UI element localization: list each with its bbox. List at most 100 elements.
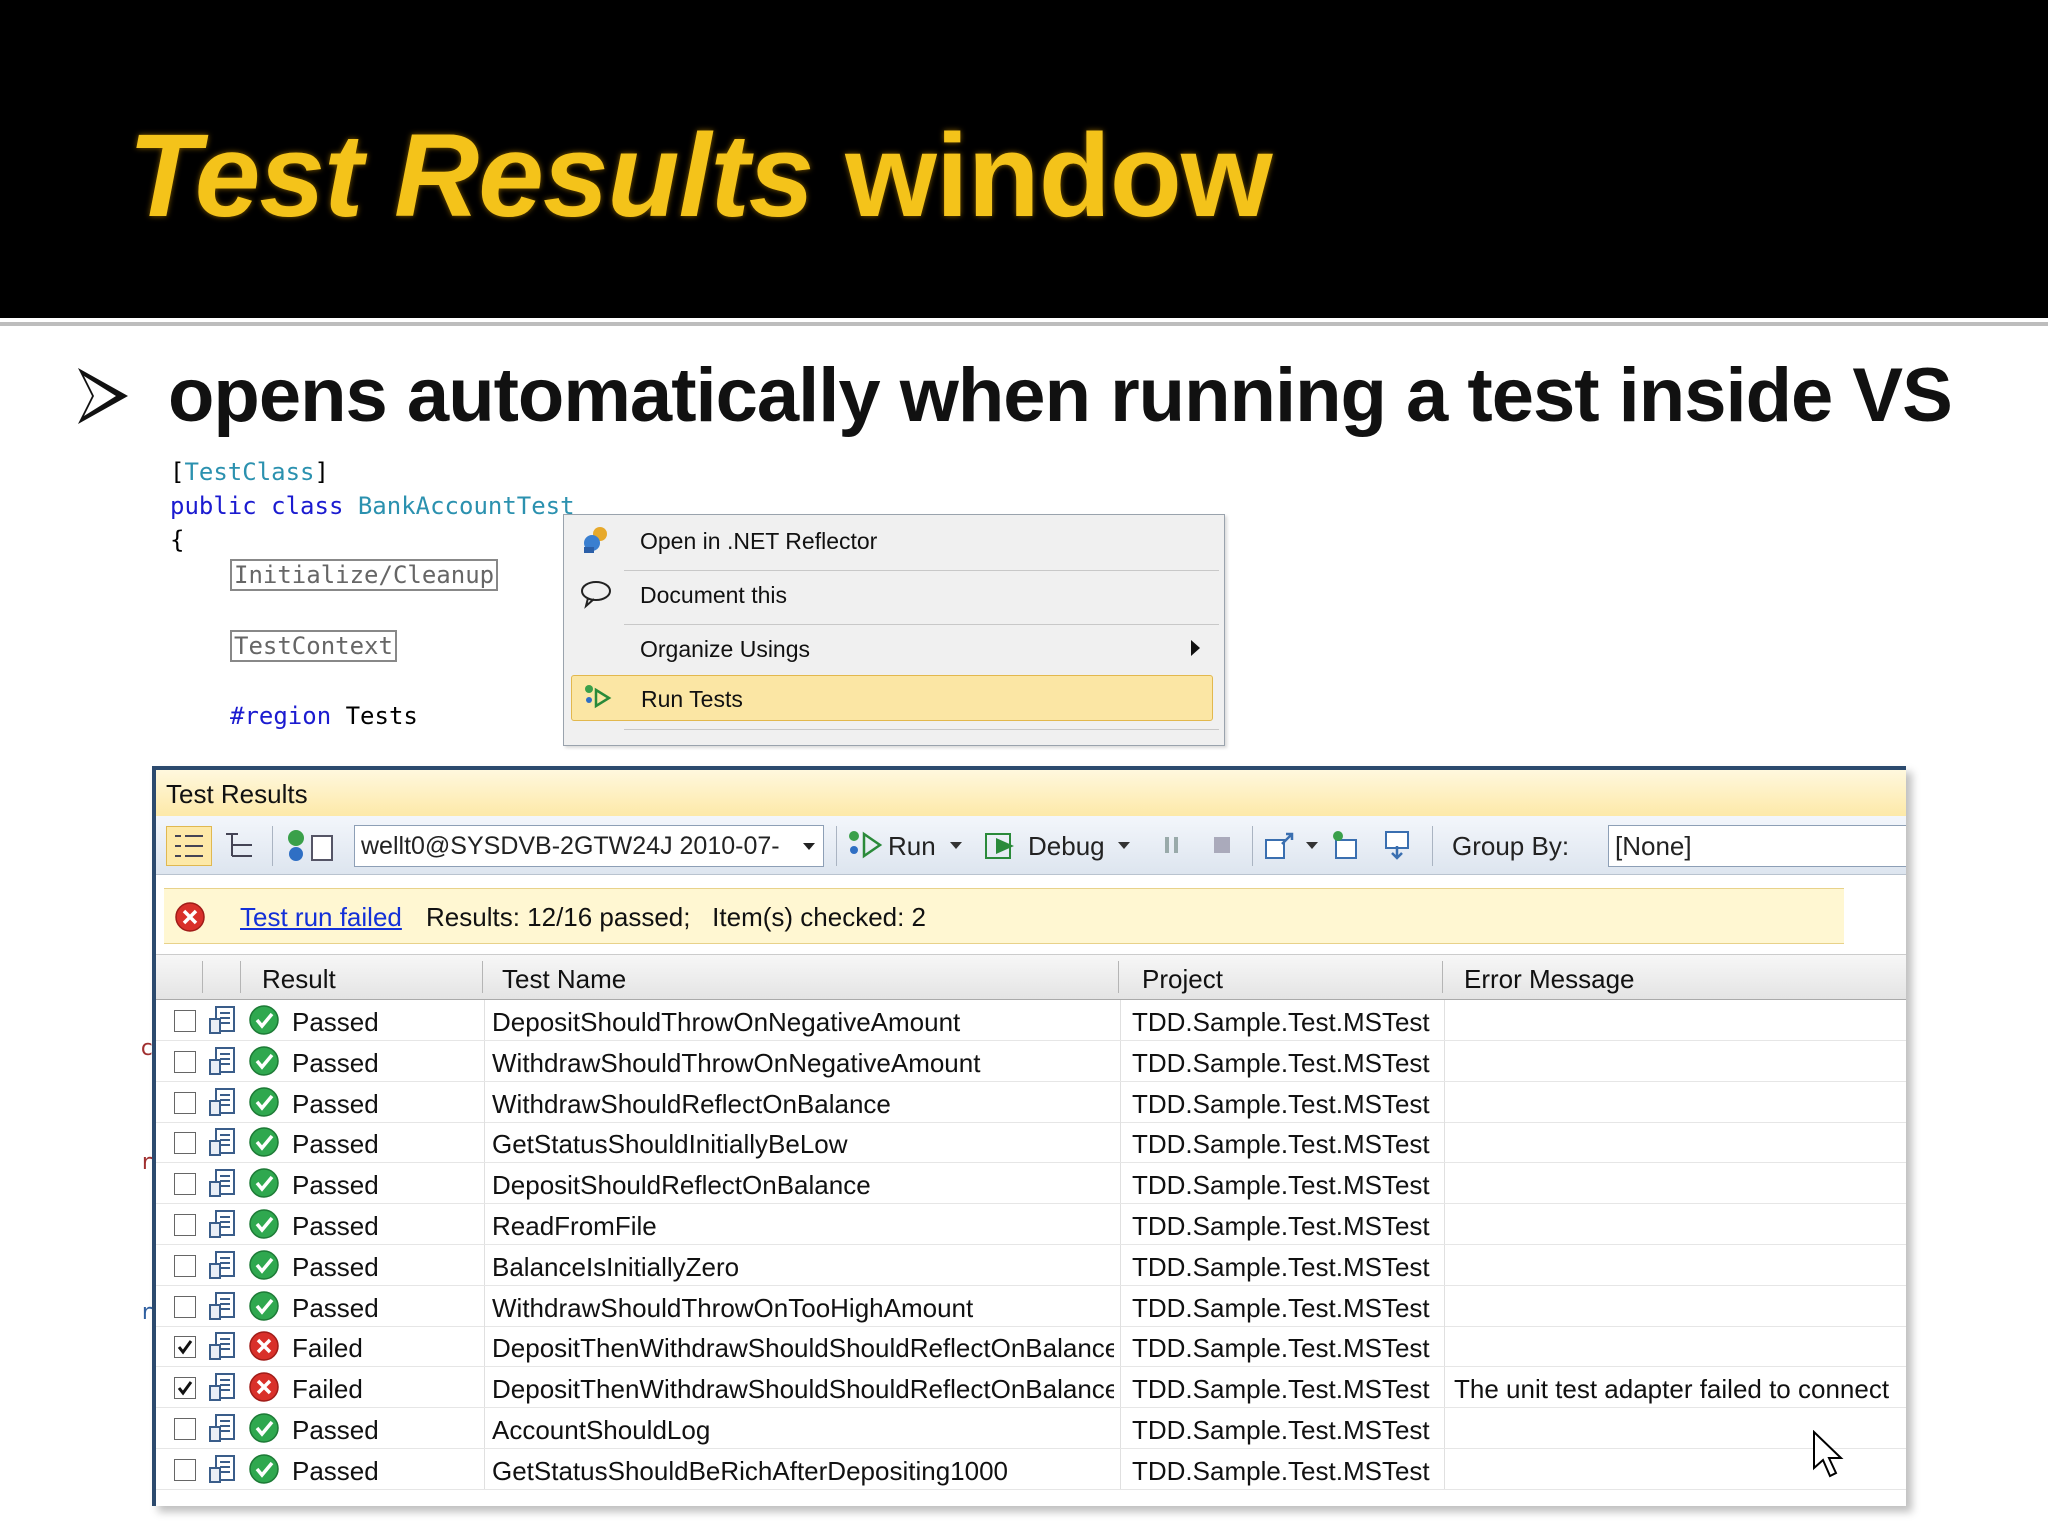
cell-test-name: WithdrawShouldReflectOnBalance [492,1088,891,1119]
test-document-icon [209,1169,235,1198]
status-bar: Test run failed Results: 12/16 passed; I… [164,888,1844,944]
test-document-icon [209,1454,235,1483]
submenu-arrow-icon [1191,640,1200,656]
test-document-icon [209,1250,235,1279]
cell-test-name: BalanceIsInitiallyZero [492,1251,740,1282]
grid-header: Result Test Name Project Error Message [156,954,1906,1000]
table-row[interactable]: Passed GetStatusShouldInitiallyBeLow TDD.S… [156,1122,1906,1164]
pause-icon[interactable] [1156,826,1188,864]
chevron-down-icon[interactable] [1306,842,1318,849]
table-row[interactable]: Passed AccountShouldLog TDD.Sample.Test.MS… [156,1408,1906,1449]
table-row[interactable]: Passed WithdrawShouldReflectOnBalance TDD.… [156,1081,1906,1123]
test-document-icon [209,1332,235,1361]
toolbar-separator [1252,826,1253,866]
collapsed-region-testcontext[interactable]: TestContext [230,630,397,662]
table-row[interactable]: Passed DepositShouldThrowOnNegativeAmount… [156,1000,1906,1041]
run-icon [849,831,883,859]
menu-item-organize-usings[interactable]: Organize Usings [564,623,1224,673]
cell-result: Passed [292,1455,379,1486]
group-by-select[interactable]: [None] [1608,825,1906,867]
row-checkbox[interactable] [174,1254,196,1277]
cell-project: TDD.Sample.Test.MSTest [1132,1333,1430,1364]
row-checkbox[interactable] [174,1091,196,1114]
menu-item-open-reflector[interactable]: Open in .NET Reflector [564,515,1224,565]
export-results-icon[interactable] [1326,826,1366,864]
table-row[interactable]: Passed WithdrawShouldThrowOnTooHighAmount… [156,1285,1906,1327]
column-header-result[interactable]: Result [262,964,336,995]
passed-icon [249,1168,279,1198]
view-list-icon[interactable] [166,826,212,866]
banner-divider [0,322,2048,326]
cell-test-name: AccountShouldLog [492,1415,711,1445]
row-checkbox[interactable] [174,1458,196,1481]
row-checkbox[interactable] [174,1050,196,1073]
menu-item-run-tests[interactable]: Run Tests [571,675,1213,721]
reflector-icon [584,527,607,553]
stop-icon[interactable] [1206,826,1238,864]
row-checkbox[interactable] [174,1173,196,1196]
cell-project: TDD.Sample.Test.MSTest [1132,1088,1430,1119]
debug-button[interactable]: Debug [984,826,1134,864]
test-document-icon [209,1087,235,1116]
view-tree-icon[interactable] [218,826,262,864]
menu-item-document-this[interactable]: Document this [564,569,1224,619]
test-run-icon[interactable] [282,826,342,864]
table-row[interactable]: Passed DepositShouldReflectOnBalance TDD.S… [156,1163,1906,1205]
test-document-icon [209,1291,235,1320]
cell-test-name: WithdrawShouldThrowOnTooHighAmount [492,1292,974,1323]
checkmark-icon [177,1381,193,1396]
cell-project: TDD.Sample.Test.MSTest [1132,1129,1430,1160]
row-checkbox[interactable] [174,1010,196,1032]
column-header-project[interactable]: Project [1142,964,1223,995]
cell-project: TDD.Sample.Test.MSTest [1132,1170,1430,1201]
mouse-cursor-icon [1813,1430,1844,1478]
failed-icon [249,1372,279,1402]
row-checkbox[interactable] [174,1132,196,1155]
run-tests-icon [585,685,612,709]
cell-result: Failed [292,1333,363,1364]
cell-result: Passed [292,1251,379,1282]
column-header-error-message[interactable]: Error Message [1464,964,1635,995]
passed-icon [249,1413,279,1443]
test-run-selector[interactable]: wellt0@SYSDVB-2GTW24J 2010-07-( [354,825,824,867]
table-row[interactable]: Failed DepositThenWithdrawShouldShouldRef… [156,1326,1906,1368]
cell-result: Passed [292,1007,379,1037]
row-checkbox[interactable] [174,1336,196,1359]
test-results-window: Test Results wellt0@SYSDVB-2GTW24J 2010-… [152,766,1906,1506]
row-checkbox[interactable] [174,1418,196,1440]
cell-test-name: GetStatusShouldBeRichAfterDepositing1000 [492,1455,1008,1486]
table-row[interactable]: Passed GetStatusShouldBeRichAfterDepositi… [156,1448,1906,1490]
passed-icon [249,1454,279,1484]
table-row[interactable]: Passed ReadFromFile TDD.Sample.Test.MSTest [156,1204,1906,1245]
cell-project: TDD.Sample.Test.MSTest [1132,1455,1430,1486]
chevron-down-icon [803,843,815,850]
code-line-region: #region Tests [230,702,418,730]
collapsed-region-initialize[interactable]: Initialize/Cleanup [230,559,499,591]
cell-result: Passed [292,1415,379,1445]
run-button[interactable]: Run [846,826,966,864]
row-checkbox[interactable] [174,1295,196,1318]
publish-icon[interactable] [1378,826,1418,864]
table-row[interactable]: Failed DepositThenWithdrawShouldShouldRef… [156,1367,1906,1409]
test-document-icon [209,1006,235,1034]
test-document-icon [209,1373,235,1402]
chevron-down-icon[interactable] [950,842,962,849]
cell-test-name: GetStatusShouldInitiallyBeLow [492,1129,848,1160]
test-run-failed-link[interactable]: Test run failed [240,902,402,933]
cell-project: TDD.Sample.Test.MSTest [1132,1047,1430,1078]
row-checkbox[interactable] [174,1214,196,1236]
slide-title: Test Results window [128,110,1273,242]
chevron-down-icon[interactable] [1118,842,1130,849]
import-results-icon[interactable] [1262,826,1302,864]
cell-result: Passed [292,1211,379,1241]
row-checkbox[interactable] [174,1377,196,1400]
test-results-toolbar: wellt0@SYSDVB-2GTW24J 2010-07-( Run Debu… [156,816,1906,875]
table-row[interactable]: Passed WithdrawShouldThrowOnNegativeAmoun… [156,1040,1906,1082]
toolbar-separator [1432,826,1433,866]
table-row[interactable]: Passed BalanceIsInitiallyZero TDD.Sample.T… [156,1244,1906,1286]
cell-result: Passed [292,1047,379,1078]
toolbar-separator [272,826,273,866]
cell-test-name: ReadFromFile [492,1211,657,1241]
column-header-test-name[interactable]: Test Name [502,964,626,995]
cell-test-name: DepositShouldReflectOnBalance [492,1170,871,1201]
